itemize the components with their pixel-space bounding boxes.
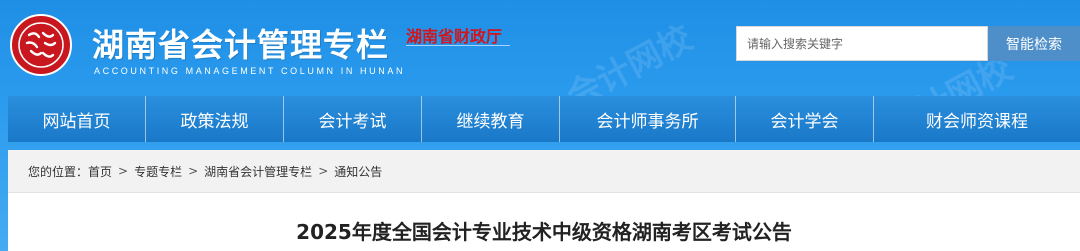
breadcrumb-separator: >: [318, 164, 329, 178]
breadcrumb-topics[interactable]: 专题专栏: [134, 163, 182, 180]
nav-item-faculty-courses[interactable]: 财会师资课程: [874, 96, 1080, 142]
breadcrumb-home[interactable]: 首页: [88, 163, 112, 180]
nav-item-policies[interactable]: 政策法规: [146, 96, 284, 142]
logo-seal[interactable]: [10, 14, 72, 76]
site-subtitle: ACCOUNTING MANAGEMENT COLUMN IN HUNAN: [94, 66, 406, 76]
breadcrumb-prefix: 您的位置：: [28, 164, 89, 179]
article-title: 2025年度全国会计专业技术中级资格湖南考区考试公告: [296, 220, 792, 244]
nav-item-accounting-firms[interactable]: 会计师事务所: [560, 96, 736, 142]
nav-item-continuing-education[interactable]: 继续教育: [422, 96, 560, 142]
site-header: 湖南省会计管理专栏 ACCOUNTING MANAGEMENT COLUMN I…: [0, 0, 1080, 147]
breadcrumb-separator: >: [188, 164, 199, 178]
breadcrumb: 您的位置： 首页 > 专题专栏 > 湖南省会计管理专栏 > 通知公告: [8, 150, 1080, 193]
site-title: 湖南省会计管理专栏: [92, 26, 390, 64]
nav-item-home[interactable]: 网站首页: [8, 96, 146, 142]
department-name[interactable]: 湖南省财政厅: [406, 23, 502, 47]
nav-item-exams[interactable]: 会计考试: [284, 96, 422, 142]
main-nav: 网站首页 政策法规 会计考试 继续教育 会计师事务所 会计学会 财会师资课程: [8, 96, 1080, 142]
breadcrumb-notices[interactable]: 通知公告: [334, 163, 382, 180]
department-underline: [406, 45, 510, 46]
breadcrumb-column[interactable]: 湖南省会计管理专栏: [204, 163, 312, 180]
logo-seal-icon: [15, 19, 67, 71]
nav-item-accounting-society[interactable]: 会计学会: [736, 96, 874, 142]
breadcrumb-separator: >: [118, 164, 129, 178]
content-panel: 您的位置： 首页 > 专题专栏 > 湖南省会计管理专栏 > 通知公告 2025年…: [8, 150, 1080, 251]
search-button[interactable]: 智能检索: [988, 26, 1080, 61]
search-input[interactable]: [736, 26, 988, 61]
